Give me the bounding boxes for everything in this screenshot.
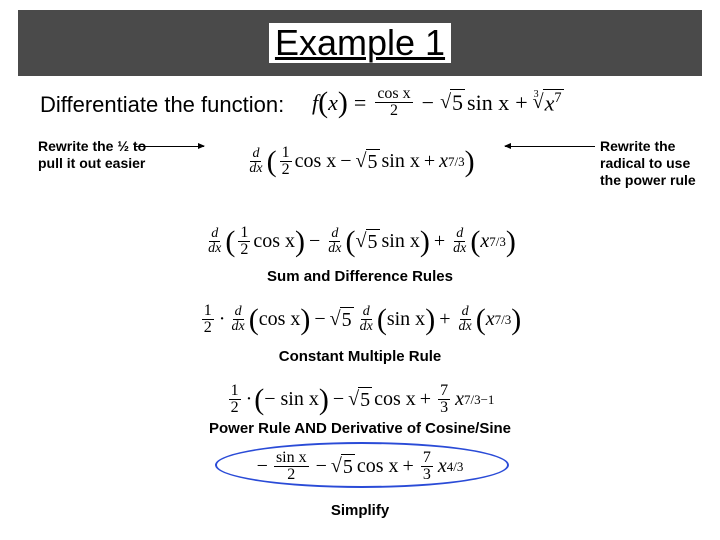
- label-constant-multiple: Constant Multiple Rule: [0, 348, 720, 365]
- cuberoot: √ x7: [533, 89, 564, 117]
- step2-equation: ddx ( 12 cos x ) − ddx ( √5 sin x ) + dd…: [0, 220, 720, 258]
- frac-cosx-2: cos x 2: [375, 86, 412, 119]
- sinx: sin x: [467, 90, 509, 116]
- label-power-rule: Power Rule AND Derivative of Cosine/Sine: [0, 420, 720, 437]
- frac-den: 2: [388, 103, 400, 119]
- final-equation: − sin x2 − √5 cos x + 73 x4/3: [0, 450, 720, 483]
- step4-equation: 12 · (− sin x) − √5 cos x + 73 x7/3−1: [0, 378, 720, 416]
- frac-num: cos x: [375, 86, 412, 103]
- step3-equation: 12 · ddx (cos x) − √5 ddx (sin x) + ddx …: [0, 298, 720, 336]
- sqrt5: √5: [440, 89, 465, 116]
- title-bar: Example 1: [18, 10, 702, 76]
- fn-arg: x: [328, 90, 338, 116]
- step1-equation: ddx ( 12 cos x − √5 sin x + x7/3 ): [0, 140, 720, 178]
- subtitle: Differentiate the function:: [40, 92, 284, 118]
- label-simplify: Simplify: [0, 502, 720, 519]
- label-sum-difference: Sum and Difference Rules: [0, 268, 720, 285]
- page-title: Example 1: [269, 23, 451, 63]
- main-equation: f ( x ) = cos x 2 − √5 sin x + 3 √ x7: [312, 86, 564, 119]
